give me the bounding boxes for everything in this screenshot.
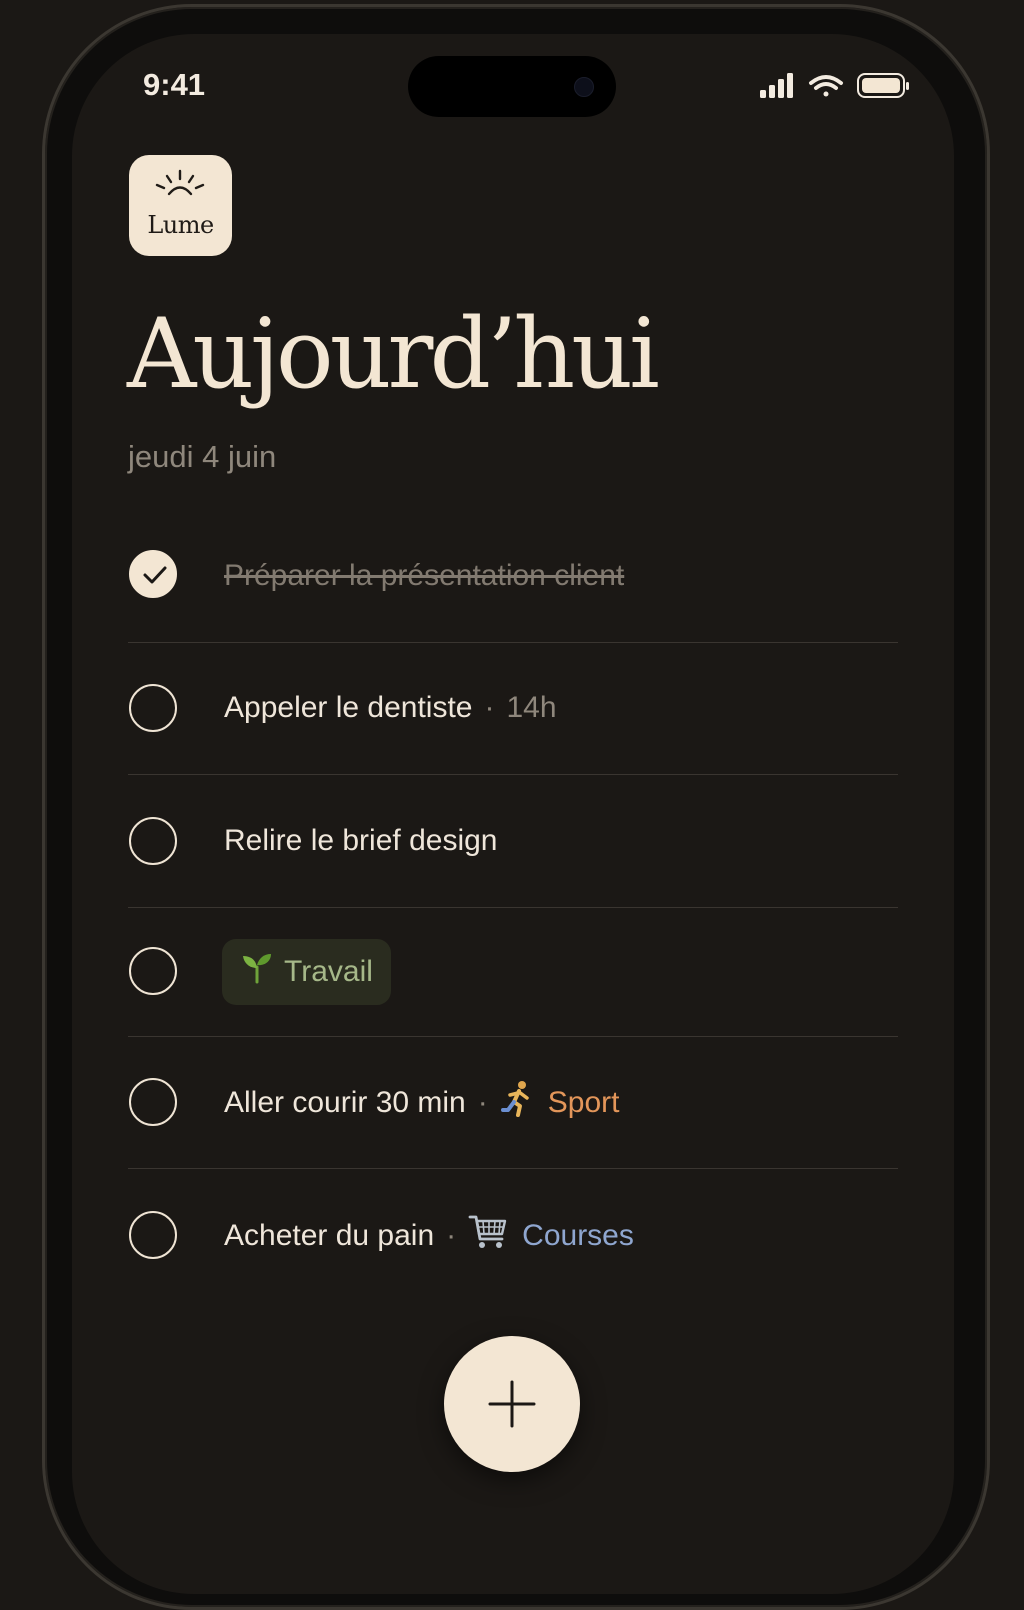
separator-dot: ·: [446, 1219, 457, 1252]
task-item[interactable]: Aller courir 30 min · Sport: [128, 1037, 898, 1169]
task-checkbox[interactable]: [129, 947, 177, 995]
task-checkbox[interactable]: [129, 817, 177, 865]
task-content: Travail: [222, 939, 391, 1005]
page-title: Aujourd’hui: [127, 298, 660, 410]
sun-icon: [155, 169, 205, 196]
task-content: Appeler le dentiste · 14h: [224, 688, 557, 728]
task-checkbox[interactable]: [129, 1078, 177, 1126]
task-content: Aller courir 30 min · Sport: [224, 1080, 620, 1126]
checkmark-icon: [143, 566, 167, 584]
task-content: Acheter du pain · Courses: [224, 1215, 634, 1257]
task-item[interactable]: Relire le brief design: [128, 775, 898, 908]
task-checkbox[interactable]: [129, 684, 177, 732]
status-time: 9:41: [143, 67, 206, 102]
task-title: Relire le brief design: [224, 824, 498, 857]
plus-icon: [488, 1380, 536, 1428]
page-date: jeudi 4 juin: [128, 439, 277, 474]
seedling-icon: [240, 951, 274, 993]
tag-label: Courses: [522, 1219, 634, 1252]
task-item[interactable]: Acheter du pain · Courses: [128, 1169, 898, 1304]
task-title: Appeler le dentiste: [224, 691, 473, 724]
dynamic-island: [408, 56, 616, 117]
status-icons-svg: [760, 73, 909, 98]
runner-icon: [500, 1080, 534, 1126]
tag-sport[interactable]: Sport: [500, 1080, 620, 1126]
battery-icon: [857, 73, 909, 98]
screen: 9:41 Lume Aujourd’hui jeudi 4 juin Prépa…: [72, 34, 954, 1594]
task-checkbox[interactable]: [129, 1211, 177, 1259]
tag-travail[interactable]: Travail: [222, 939, 391, 1005]
wifi-icon: [809, 75, 843, 97]
shopping-cart-icon: [468, 1213, 508, 1259]
task-content: Préparer la présentation client: [224, 556, 624, 596]
task-item[interactable]: Préparer la présentation client: [128, 514, 898, 643]
tag-label: Sport: [547, 1086, 620, 1119]
task-item[interactable]: Appeler le dentiste · 14h: [128, 643, 898, 775]
task-time: 14h: [506, 691, 557, 724]
tag-courses[interactable]: Courses: [468, 1213, 634, 1259]
app-logo: Lume: [129, 155, 232, 256]
separator-dot: ·: [484, 691, 495, 724]
task-title: Préparer la présentation client: [224, 559, 625, 592]
status-icons: [760, 72, 910, 105]
task-title: Acheter du pain: [224, 1219, 435, 1252]
task-item[interactable]: Travail: [128, 908, 898, 1037]
add-task-button[interactable]: [444, 1336, 580, 1472]
separator-dot: ·: [477, 1086, 488, 1119]
task-content: Relire le brief design: [224, 821, 497, 861]
task-list: Préparer la présentation client Appeler …: [128, 514, 898, 1304]
signal-icon: [760, 73, 793, 98]
logo-text: Lume: [147, 211, 214, 239]
camera-icon: [574, 77, 594, 97]
tag-label: Travail: [284, 955, 373, 988]
task-title: Aller courir 30 min: [224, 1086, 466, 1119]
task-checkbox-checked[interactable]: [129, 550, 177, 598]
